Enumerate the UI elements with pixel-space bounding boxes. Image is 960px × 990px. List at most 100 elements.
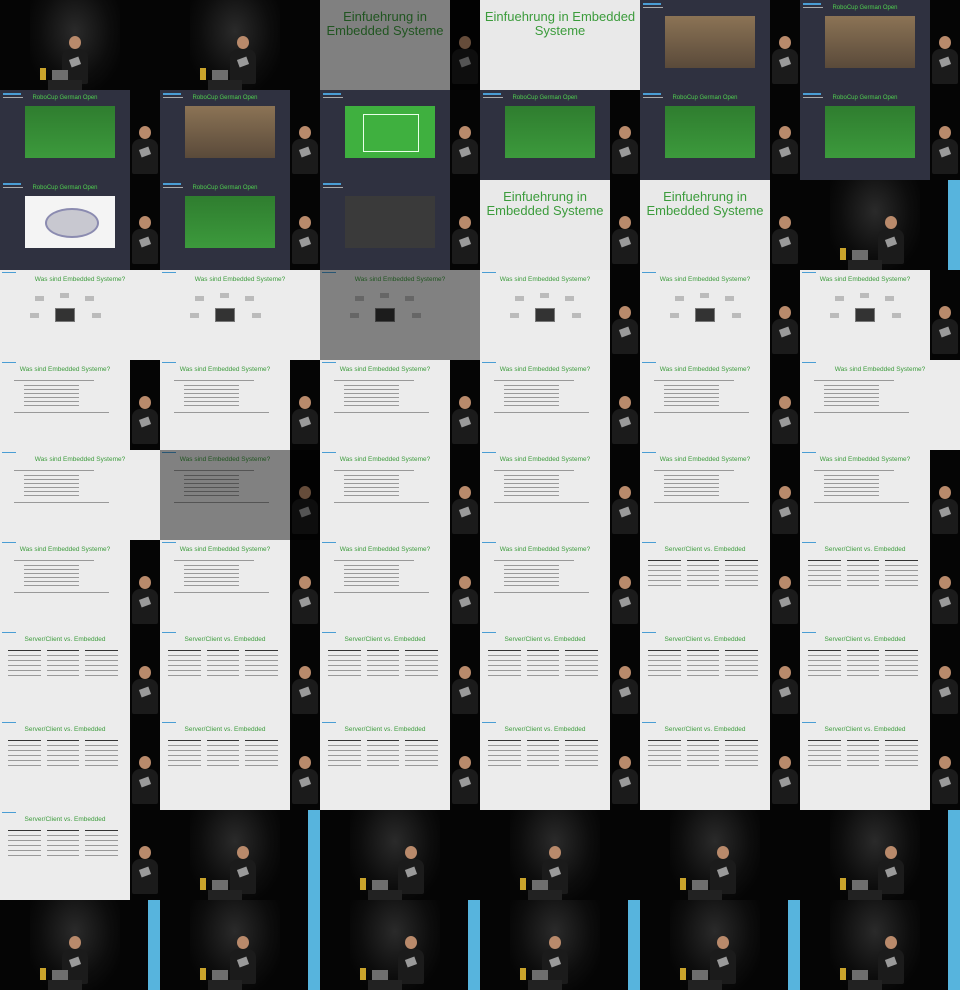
video-thumbnail[interactable] (480, 900, 640, 990)
video-thumbnail[interactable]: Server/Client vs. Embedded (0, 720, 160, 810)
video-thumbnail[interactable] (800, 810, 960, 900)
video-thumbnail[interactable]: Was sind Embedded Systeme? (0, 450, 160, 540)
table-cell (46, 855, 80, 856)
video-thumbnail[interactable]: Was sind Embedded Systeme? (0, 360, 160, 450)
table-cell (328, 675, 361, 676)
video-thumbnail[interactable] (320, 900, 480, 990)
camera-inset (610, 180, 640, 270)
video-thumbnail[interactable]: Was sind Embedded Systeme? (320, 270, 480, 360)
bullet-line (24, 405, 79, 406)
video-thumbnail[interactable] (160, 0, 320, 90)
video-thumbnail[interactable]: RoboCup German Open (800, 0, 960, 90)
video-thumbnail[interactable]: Was sind Embedded Systeme? (800, 270, 960, 360)
camera-inset (610, 90, 640, 180)
video-thumbnail[interactable]: Server/Client vs. Embedded (800, 630, 960, 720)
video-thumbnail[interactable]: Was sind Embedded Systeme? (160, 360, 320, 450)
video-thumbnail[interactable]: Server/Client vs. Embedded (480, 720, 640, 810)
video-thumbnail[interactable] (0, 900, 160, 990)
video-thumbnail[interactable]: Server/Client vs. Embedded (320, 720, 480, 810)
table-cell (565, 765, 599, 766)
video-thumbnail[interactable]: Einfuehrung in Embedded Systeme (320, 0, 480, 90)
speaker-body (772, 499, 798, 534)
video-thumbnail[interactable]: Server/Client vs. Embedded (0, 810, 160, 900)
speaker-body (772, 769, 798, 804)
slide-photo (825, 16, 915, 68)
video-thumbnail[interactable] (160, 810, 320, 900)
video-thumbnail[interactable]: Was sind Embedded Systeme? (480, 540, 640, 630)
video-thumbnail[interactable]: RoboCup German Open (480, 90, 640, 180)
video-thumbnail[interactable]: Was sind Embedded Systeme? (320, 360, 480, 450)
video-thumbnail[interactable]: RoboCup German Open (0, 180, 160, 270)
video-thumbnail[interactable]: RoboCup German Open (160, 90, 320, 180)
video-thumbnail[interactable] (320, 90, 480, 180)
video-thumbnail[interactable]: Was sind Embedded Systeme? (640, 360, 800, 450)
video-thumbnail[interactable]: Einfuehrung in Embedded Systeme (480, 180, 640, 270)
video-thumbnail[interactable]: RoboCup German Open (160, 180, 320, 270)
camera-inset (130, 180, 160, 270)
video-thumbnail[interactable]: Was sind Embedded Systeme? (640, 270, 800, 360)
video-thumbnail[interactable]: RoboCup German Open (0, 90, 160, 180)
video-thumbnail[interactable]: Was sind Embedded Systeme? (160, 540, 320, 630)
table-cell (328, 760, 361, 761)
speaker-figure (930, 306, 960, 354)
video-thumbnail[interactable]: Server/Client vs. Embedded (160, 630, 320, 720)
video-thumbnail[interactable]: Was sind Embedded Systeme? (480, 360, 640, 450)
video-thumbnail[interactable]: Server/Client vs. Embedded (160, 720, 320, 810)
video-thumbnail[interactable]: Server/Client vs. Embedded (800, 720, 960, 810)
speaker-body (878, 949, 904, 984)
speaker-head (299, 216, 311, 229)
video-thumbnail[interactable]: RoboCup German Open (800, 90, 960, 180)
table-cell (46, 745, 80, 746)
video-thumbnail[interactable]: Server/Client vs. Embedded (480, 630, 640, 720)
video-thumbnail[interactable] (0, 0, 160, 90)
table-cell (725, 585, 759, 586)
video-thumbnail[interactable]: Server/Client vs. Embedded (800, 540, 960, 630)
table-row (648, 738, 759, 742)
video-thumbnail[interactable]: Was sind Embedded Systeme? (0, 540, 160, 630)
video-thumbnail[interactable] (320, 810, 480, 900)
video-thumbnail[interactable]: Einfuehrung in Embedded Systeme (640, 180, 800, 270)
table-cell (686, 580, 720, 581)
speaker-head (139, 666, 151, 679)
video-thumbnail[interactable]: Was sind Embedded Systeme? (480, 270, 640, 360)
video-thumbnail[interactable]: RoboCup German Open (640, 90, 800, 180)
video-thumbnail[interactable] (800, 180, 960, 270)
lectern (848, 980, 882, 990)
video-thumbnail[interactable]: Was sind Embedded Systeme? (160, 450, 320, 540)
video-thumbnail[interactable]: Server/Client vs. Embedded (640, 540, 800, 630)
table-row (648, 763, 759, 767)
video-thumbnail[interactable]: Server/Client vs. Embedded (640, 630, 800, 720)
speaker-figure (228, 36, 258, 84)
video-thumbnail[interactable] (160, 900, 320, 990)
speaker-head (459, 396, 471, 409)
video-thumbnail[interactable]: Server/Client vs. Embedded (640, 720, 800, 810)
table-cell (846, 580, 880, 581)
video-thumbnail[interactable]: Server/Client vs. Embedded (320, 630, 480, 720)
video-thumbnail[interactable]: Was sind Embedded Systeme? (320, 450, 480, 540)
video-thumbnail[interactable] (640, 900, 800, 990)
video-thumbnail[interactable] (640, 0, 800, 90)
table-row (328, 753, 439, 757)
bullet-line (184, 397, 239, 398)
speaker-head (779, 306, 791, 319)
table-cell (686, 585, 720, 586)
video-thumbnail[interactable] (480, 810, 640, 900)
video-thumbnail[interactable] (320, 180, 480, 270)
table-cell (488, 765, 521, 766)
video-thumbnail[interactable]: Was sind Embedded Systeme? (320, 540, 480, 630)
video-thumbnail[interactable]: Was sind Embedded Systeme? (640, 450, 800, 540)
bullet-line (814, 412, 909, 413)
video-thumbnail[interactable]: Was sind Embedded Systeme? (0, 270, 160, 360)
video-thumbnail[interactable] (640, 810, 800, 900)
speaker-head (299, 756, 311, 769)
video-thumbnail[interactable]: Was sind Embedded Systeme? (800, 450, 960, 540)
video-thumbnail[interactable]: Einfuehrung in Embedded Systeme (480, 0, 640, 90)
table-cell (526, 670, 560, 671)
video-thumbnail[interactable]: Was sind Embedded Systeme? (480, 450, 640, 540)
bottle (840, 968, 846, 980)
video-thumbnail[interactable]: Was sind Embedded Systeme? (800, 360, 960, 450)
video-thumbnail[interactable]: Server/Client vs. Embedded (0, 630, 160, 720)
video-thumbnail[interactable]: Was sind Embedded Systeme? (160, 270, 320, 360)
video-thumbnail[interactable] (800, 900, 960, 990)
table-cell (8, 745, 41, 746)
